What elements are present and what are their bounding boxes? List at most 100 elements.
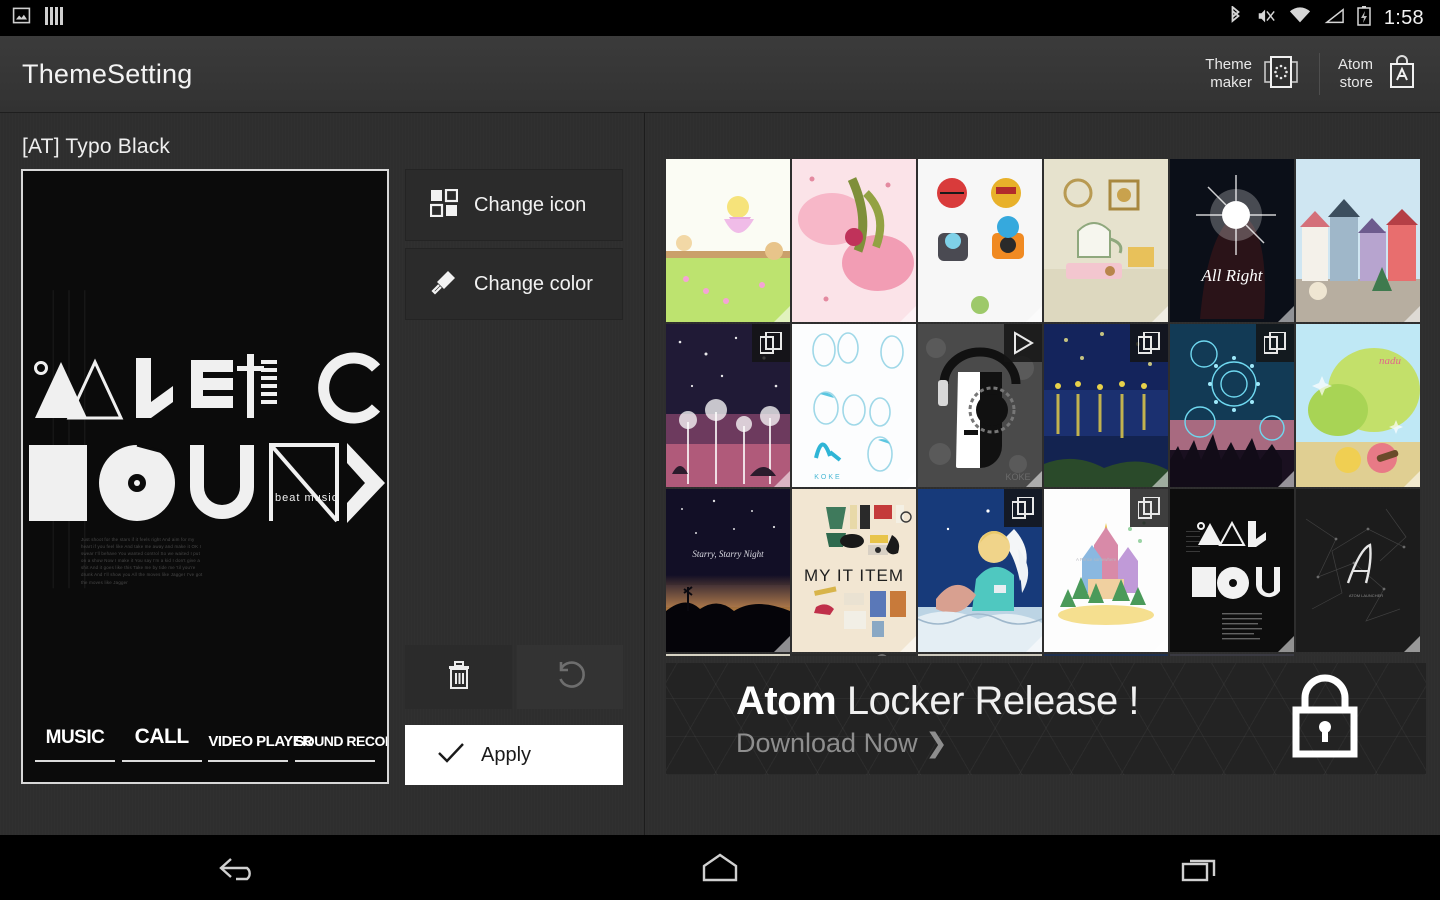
theme-thumbnail[interactable] [1044, 159, 1168, 322]
theme-thumbnail[interactable]: KOKE [792, 324, 916, 487]
status-bar-right-icons: 1:58 [1228, 4, 1440, 31]
theme-thumbnail[interactable] [792, 159, 916, 322]
stack-badge-icon[interactable] [1256, 324, 1294, 362]
theme-thumbnail[interactable] [1170, 489, 1294, 652]
page-curl [900, 306, 916, 322]
thumbnail-art [1044, 654, 1168, 656]
stack-badge-icon[interactable] [1130, 489, 1168, 527]
home-button[interactable] [660, 835, 780, 900]
theme-thumbnail[interactable] [792, 654, 916, 656]
bluetooth-icon [1228, 4, 1243, 31]
thumbnail-art: nadu [1296, 324, 1420, 487]
theme-thumbnail[interactable] [666, 654, 790, 656]
reset-button[interactable] [517, 645, 623, 709]
thumbnail-art [918, 654, 1042, 656]
page-curl [1026, 471, 1042, 487]
thumbnail-art [1170, 489, 1294, 652]
thumbnail-art [1044, 159, 1168, 322]
back-button[interactable] [180, 835, 300, 900]
theme-gallery-grid: All Right KOKE KOKE nadu Starry, Starry Nigh… [666, 159, 1426, 656]
thumbnail-art [1296, 654, 1420, 656]
theme-thumbnail[interactable]: nadu [1296, 324, 1420, 487]
dock-rule [35, 760, 115, 762]
page-curl [1152, 636, 1168, 652]
stack-badge-icon[interactable] [1004, 489, 1042, 527]
theme-thumbnail[interactable]: A Prince somewhere [1044, 489, 1168, 652]
delete-button[interactable] [405, 645, 512, 709]
theme-gallery[interactable]: All Right KOKE KOKE nadu Starry, Starry Nigh… [666, 159, 1426, 656]
theme-thumbnail[interactable] [1296, 654, 1420, 656]
banner-title: Atom Locker Release ! [736, 679, 1139, 724]
theme-thumbnail[interactable]: All Right [1170, 159, 1294, 322]
right-panel: All Right KOKE KOKE nadu Starry, Starry Nigh… [646, 113, 1440, 835]
stack-badge-icon[interactable] [752, 324, 790, 362]
page-curl [1026, 636, 1042, 652]
page-curl [1404, 471, 1420, 487]
theme-thumbnail[interactable] [666, 324, 790, 487]
theme-thumbnail[interactable] [1170, 654, 1294, 656]
change-icon-button[interactable]: Change icon [405, 169, 623, 241]
svg-text:A Prince somewhere: A Prince somewhere [1076, 557, 1117, 562]
play-badge-icon[interactable] [1004, 324, 1042, 362]
apply-button[interactable]: Apply [405, 725, 623, 785]
dock-rule [208, 760, 289, 762]
page-curl [1026, 306, 1042, 322]
thumbnail-art: ATOM LAUNCHER [1296, 489, 1420, 652]
stack-badge-icon[interactable] [1130, 324, 1168, 362]
dock-rule [294, 760, 375, 762]
preview-headline-2: beat music [29, 443, 385, 523]
theme-thumbnail[interactable]: Color light [1044, 654, 1168, 656]
theme-thumbnail[interactable]: MY IT ITEM [792, 489, 916, 652]
theme-maker-button[interactable]: Theme maker [1187, 36, 1319, 112]
theme-thumbnail[interactable] [918, 654, 1042, 656]
change-color-button[interactable]: Change color [405, 248, 623, 320]
theme-thumbnail[interactable] [1296, 159, 1420, 322]
page-curl [1404, 306, 1420, 322]
thumbnail-art [666, 654, 790, 656]
thumbnail-art: All Right [1170, 159, 1294, 322]
page-curl [900, 636, 916, 652]
theme-thumbnail[interactable]: Starry, Starry Night [666, 489, 790, 652]
wifi-icon [1289, 6, 1311, 30]
thumbnail-art [792, 159, 916, 322]
atom-store-icon [1382, 52, 1422, 97]
atom-store-button[interactable]: Atom store [1320, 36, 1440, 112]
banner-text: Atom Locker Release ! Download Now ❯ [736, 679, 1139, 759]
theme-preview[interactable]: beat music Just shoot for the stars if i… [21, 169, 389, 784]
preview-dock: MUSIC CALL VIDEO PLAYER SOUND RECODER [35, 690, 387, 762]
theme-thumbnail[interactable]: ATOM LAUNCHER [1296, 489, 1420, 652]
svg-text:ATOM LAUNCHER: ATOM LAUNCHER [1349, 593, 1383, 598]
page-curl [900, 471, 916, 487]
theme-thumbnail[interactable]: KOKE [918, 324, 1042, 487]
preview-lyrics: Just shoot for the stars if it feels rig… [81, 537, 203, 585]
dock-item-sound-recoder: SOUND RECODER [294, 734, 387, 762]
dock-item-call: CALL [121, 725, 202, 762]
banner-subtitle: Download Now ❯ [736, 728, 948, 758]
svg-text:MY IT ITEM: MY IT ITEM [804, 566, 904, 585]
page-curl [1152, 306, 1168, 322]
theme-thumbnail[interactable] [666, 159, 790, 322]
preview-tagline: beat music [275, 492, 338, 504]
theme-thumbnail[interactable] [1170, 324, 1294, 487]
banner-title-bold: Atom [736, 679, 837, 723]
lock-icon [1286, 674, 1364, 765]
dock-item-video-player: VIDEO PLAYER [208, 733, 313, 762]
thumbnail-art: KOKE [792, 324, 916, 487]
theme-thumbnail[interactable] [918, 159, 1042, 322]
svg-text:nadu: nadu [1379, 355, 1402, 367]
atom-locker-banner[interactable]: Atom Locker Release ! Download Now ❯ [666, 663, 1426, 775]
page-curl [1278, 306, 1294, 322]
page-curl [1278, 471, 1294, 487]
theme-maker-label: Theme maker [1205, 56, 1252, 91]
theme-thumbnail[interactable] [918, 489, 1042, 652]
status-bar: 1:58 [0, 0, 1440, 36]
svg-text:KOKE: KOKE [814, 474, 841, 481]
theme-thumbnail[interactable] [1044, 324, 1168, 487]
undo-icon [553, 658, 587, 697]
dock-label-video-player: VIDEO PLAYER [208, 733, 313, 750]
action-bar: ThemeSetting Theme maker Atom store [0, 36, 1440, 113]
svg-text:All Right: All Right [1201, 266, 1264, 285]
page-curl [1404, 636, 1420, 652]
thumbnail-art [1170, 654, 1294, 656]
recents-button[interactable] [1140, 835, 1260, 900]
